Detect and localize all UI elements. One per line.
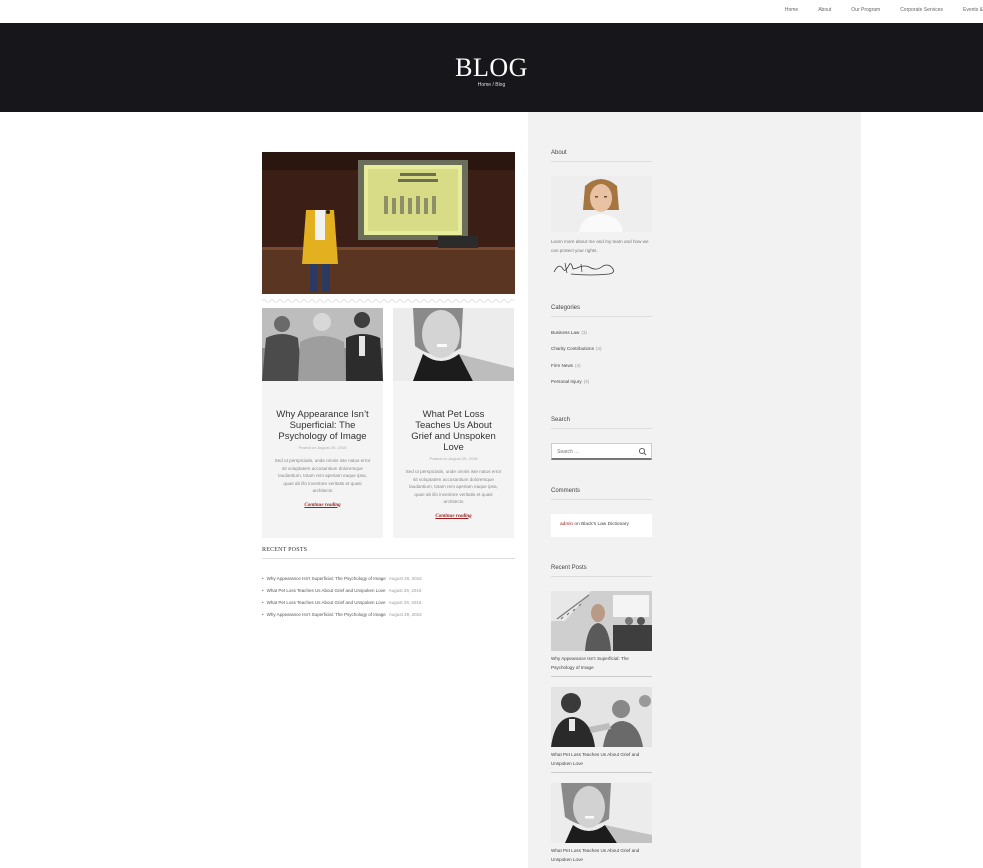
recent-comment: admin on Black's Law Dictionary xyxy=(551,514,652,537)
list-item: • Why Appearance Isn’t Superficial: The P… xyxy=(262,576,422,581)
search-form xyxy=(551,443,652,460)
recent-posts-list: • Why Appearance Isn’t Superficial: The P… xyxy=(262,576,515,624)
recent-post-caption[interactable]: What Pet Loss Teaches Us About Grief and… xyxy=(551,847,652,868)
post-thumbnail[interactable] xyxy=(262,308,383,381)
post-date: Posted on August 29, 2016 xyxy=(298,445,347,450)
recent-post-thumbnail[interactable] xyxy=(551,783,652,843)
recent-posts-heading: RECENT POSTS xyxy=(262,547,515,559)
continue-reading-link[interactable]: Continue reading xyxy=(393,514,514,519)
categories-widget-title: Categories xyxy=(551,305,652,317)
category-count: (4) xyxy=(595,346,602,352)
search-input[interactable] xyxy=(557,447,637,456)
search-icon[interactable] xyxy=(638,447,647,456)
recent-post-thumbnail[interactable] xyxy=(551,687,652,747)
about-photo xyxy=(551,176,652,232)
about-widget-title: About xyxy=(551,150,652,162)
post-card: What Pet Loss Teaches Us About Grief and… xyxy=(393,308,514,538)
recent-post-caption[interactable]: What Pet Loss Teaches Us About Grief and… xyxy=(551,751,652,773)
main-menu: Home About Our Program Corporate Service… xyxy=(785,7,983,13)
post-excerpt: Sed ut perspiciatis, unde omnis iste nat… xyxy=(405,469,502,504)
category-link[interactable]: Personal Injury xyxy=(551,379,582,384)
comment-post-link[interactable]: Black's Law Dictionary xyxy=(581,522,629,527)
recent-post-link[interactable]: Why Appearance Isn’t Superficial: The Ps… xyxy=(267,576,386,581)
comments-widget-title: Comments xyxy=(551,488,652,500)
nav-corporate-services[interactable]: Corporate Services xyxy=(900,7,943,13)
category-link[interactable]: Firm News xyxy=(551,363,573,368)
page-header: BLOG Home / Blog xyxy=(0,23,983,112)
search-widget-title: Search xyxy=(551,417,652,429)
nav-about[interactable]: About xyxy=(818,7,831,13)
recent-post-link[interactable]: What Pet Loss Teaches Us About Grief and… xyxy=(267,588,386,593)
list-item: • Why Appearance Isn’t Superficial: The P… xyxy=(262,612,422,617)
recent-post-caption[interactable]: Why Appearance Isn’t Superficial: The Ps… xyxy=(551,655,652,677)
about-text: Learn more about me and my team and how … xyxy=(551,239,649,253)
category-item: Personal Injury (4) xyxy=(551,379,652,395)
nav-events[interactable]: Events & xyxy=(963,7,983,13)
list-item: • What Pet Loss Teaches Us About Grief an… xyxy=(262,588,422,593)
recent-post-date: August 29, 2016 xyxy=(388,612,422,617)
category-link[interactable]: Charity Contributions xyxy=(551,346,594,351)
post-title[interactable]: What Pet Loss Teaches Us About Grief and… xyxy=(405,409,502,453)
page-title: BLOG xyxy=(455,53,528,82)
category-item: Charity Contributions (4) xyxy=(551,346,652,362)
category-count: (3) xyxy=(581,330,587,335)
comment-author-link[interactable]: admin xyxy=(560,522,573,527)
list-item: • What Pet Loss Teaches Us About Grief an… xyxy=(262,600,422,605)
continue-reading-link[interactable]: Continue reading xyxy=(262,503,383,508)
nav-our-program[interactable]: Our Program xyxy=(851,7,880,13)
post-card: Why Appearance Isn’t Superficial: The Ps… xyxy=(262,308,383,538)
breadcrumb[interactable]: Home / Blog xyxy=(0,82,983,88)
category-link[interactable]: Business Law xyxy=(551,330,579,335)
featured-post-image[interactable] xyxy=(262,152,515,294)
signature-image xyxy=(553,262,614,276)
post-excerpt: Sed ut perspiciatis, unde omnis iste nat… xyxy=(274,458,371,493)
recent-post-date: August 29, 2016 xyxy=(388,576,422,581)
post-title[interactable]: Why Appearance Isn’t Superficial: The Ps… xyxy=(274,409,371,442)
comment-on-text: on xyxy=(573,522,582,527)
category-count: (4) xyxy=(574,362,581,368)
post-date: Posted on August 29, 2016 xyxy=(429,456,478,461)
category-count: (4) xyxy=(583,378,590,384)
recent-post-link[interactable]: What Pet Loss Teaches Us About Grief and… xyxy=(267,600,386,605)
recent-post-link[interactable]: Why Appearance Isn’t Superficial: The Ps… xyxy=(267,612,386,617)
categories-list: Business Law (3) Charity Contributions (4)… xyxy=(551,330,652,395)
divider xyxy=(262,299,515,303)
recent-post-date: August 29, 2016 xyxy=(388,588,422,593)
recent-post-date: August 29, 2016 xyxy=(388,600,422,605)
top-navigation: Home About Our Program Corporate Service… xyxy=(0,0,983,23)
category-item: Business Law (3) xyxy=(551,330,652,346)
recent-posts-widget-title: Recent Posts xyxy=(551,565,652,577)
category-item: Firm News (4) xyxy=(551,363,652,379)
nav-home[interactable]: Home xyxy=(785,7,798,13)
post-thumbnail[interactable] xyxy=(393,308,514,381)
recent-post-thumbnail[interactable] xyxy=(551,591,652,651)
